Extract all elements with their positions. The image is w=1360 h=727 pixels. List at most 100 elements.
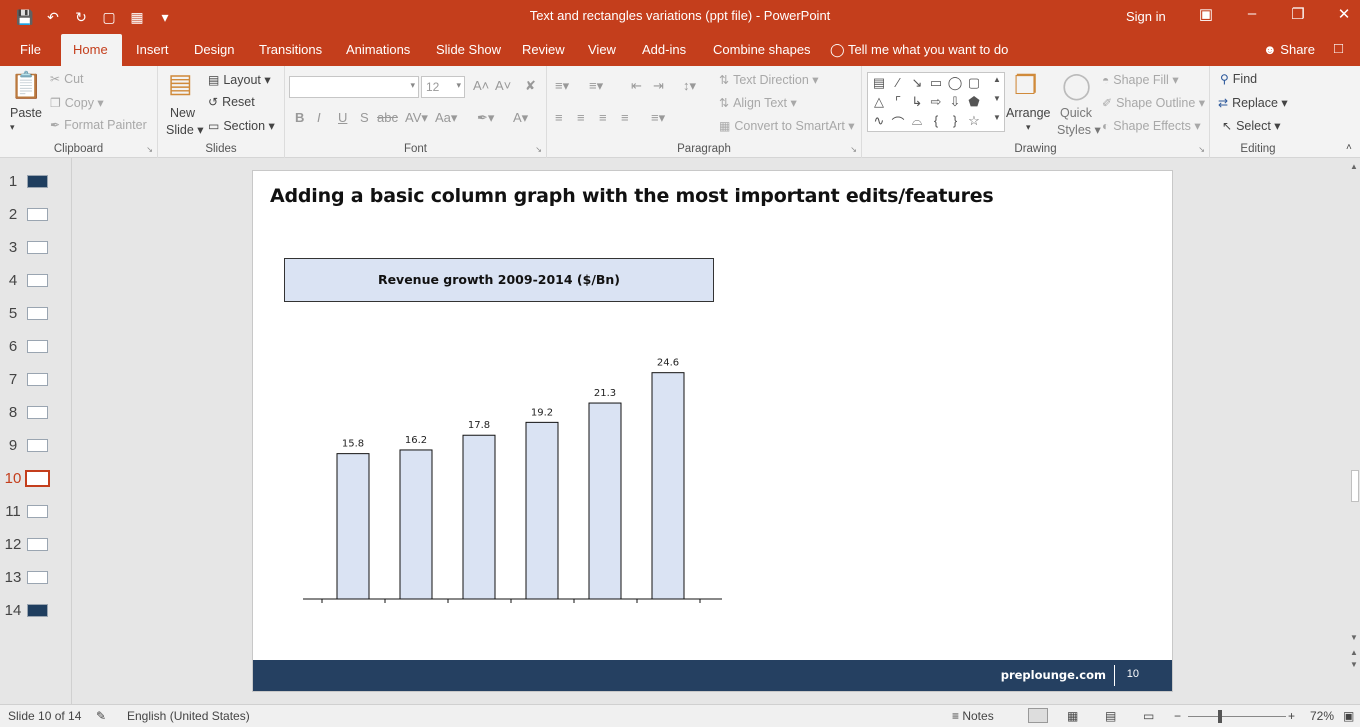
spelling-icon[interactable]: ✎ [96, 709, 106, 723]
arc-shape-icon[interactable]: ⌓ [908, 113, 926, 129]
shape-fill-button[interactable]: ◓ Shape Fill ▾ [1102, 72, 1179, 87]
column-chart[interactable]: 15.8 16.2 17.8 19.2 21.3 24.6 [293, 351, 733, 621]
normal-view-icon[interactable] [1028, 708, 1048, 723]
tab-add-ins[interactable]: Add-ins [630, 34, 698, 66]
sign-in-link[interactable]: Sign in [1126, 9, 1166, 24]
chart-data-label[interactable]: 21.3 [594, 388, 616, 399]
align-right-icon[interactable]: ≡ [599, 110, 607, 125]
grow-font-icon[interactable]: A˄ [473, 78, 489, 93]
rounded-rect-shape-icon[interactable]: ▢ [965, 75, 983, 91]
slide-canvas[interactable]: Adding a basic column graph with the mos… [252, 170, 1173, 692]
chart-bar[interactable] [651, 372, 685, 600]
restore-icon[interactable]: ❐ [1286, 5, 1310, 23]
convert-smartart-button[interactable]: ▦ Convert to SmartArt ▾ [719, 118, 855, 133]
down-arrow-shape-icon[interactable]: ⇩ [946, 94, 964, 110]
comments-icon[interactable]: □ [1334, 40, 1343, 57]
tab-slide-show[interactable]: Slide Show [424, 34, 513, 66]
new-slide-button[interactable]: New [170, 106, 195, 120]
table-icon[interactable]: ▦ [126, 9, 148, 26]
justify-icon[interactable]: ≡ [621, 110, 629, 125]
layout-button[interactable]: ▤ Layout ▾ [208, 72, 271, 87]
slide-title[interactable]: Adding a basic column graph with the mos… [270, 185, 994, 207]
redo-icon[interactable]: ↻ [70, 9, 92, 26]
align-center-icon[interactable]: ≡ [577, 110, 585, 125]
textbox-shape-icon[interactable]: ▤ [870, 75, 888, 91]
shrink-font-icon[interactable]: A˅ [495, 78, 511, 93]
slide-thumbnail[interactable]: 6 [0, 334, 72, 362]
star-shape-icon[interactable]: ☆ [965, 113, 983, 129]
bold-icon[interactable]: B [295, 110, 304, 125]
section-button[interactable]: ▭ Section ▾ [208, 118, 275, 133]
paste-dropdown-icon[interactable]: ▾ [10, 122, 15, 133]
font-color-icon[interactable]: A▾ [513, 110, 528, 126]
slide-thumbnail[interactable]: 1 [0, 169, 72, 197]
shape-outline-button[interactable]: ✐ Shape Outline ▾ [1102, 95, 1205, 110]
clear-formatting-icon[interactable]: ✘ [525, 78, 536, 94]
underline-icon[interactable]: U [338, 110, 347, 125]
new-slide-dropdown[interactable]: Slide ▾ [166, 122, 204, 137]
right-arrow-shape-icon[interactable]: ⇨ [927, 94, 945, 110]
elbow-arrow-shape-icon[interactable]: ↳ [908, 94, 926, 110]
arrange-button[interactable]: Arrange [1006, 106, 1050, 120]
tab-view[interactable]: View [576, 34, 628, 66]
change-case-icon[interactable]: Aa▾ [435, 110, 457, 126]
collapse-ribbon-icon[interactable]: ˄ [1346, 142, 1352, 153]
font-launcher-icon[interactable]: ↘ [535, 145, 542, 154]
reading-view-icon[interactable]: ▤ [1105, 709, 1116, 723]
arrange-icon[interactable]: ❐ [1014, 70, 1037, 101]
reset-button[interactable]: ↺ Reset [208, 95, 255, 109]
minimize-icon[interactable]: – [1240, 5, 1264, 22]
paragraph-launcher-icon[interactable]: ↘ [850, 145, 857, 154]
format-painter-button[interactable]: ✒ Format Painter [50, 118, 147, 132]
shadow-icon[interactable]: S [360, 110, 369, 125]
gallery-more-icon[interactable]: ▼ [988, 113, 1006, 122]
chart-bar[interactable] [399, 449, 433, 600]
slide-show-icon[interactable]: ▭ [1143, 709, 1154, 723]
strikethrough-icon[interactable]: abc [377, 110, 398, 125]
slide-thumbnail[interactable]: 10 [0, 466, 72, 494]
slide-thumbnail[interactable]: 13 [0, 565, 72, 593]
share-button[interactable]: ☻ Share [1263, 42, 1315, 57]
pentagon-shape-icon[interactable]: ⬟ [965, 94, 983, 110]
notes-button[interactable]: ≡ Notes [952, 709, 994, 723]
slide-thumbnail[interactable]: 11 [0, 499, 72, 527]
slide-thumbnail[interactable]: 9 [0, 433, 72, 461]
bullets-icon[interactable]: ≡▾ [555, 78, 569, 94]
curve-shape-icon[interactable]: ⌒ [889, 113, 907, 132]
text-direction-button[interactable]: ⇅ Text Direction ▾ [719, 72, 819, 87]
line-spacing-icon[interactable]: ↕▾ [683, 78, 696, 94]
tab-insert[interactable]: Insert [124, 34, 181, 66]
tab-transitions[interactable]: Transitions [247, 34, 334, 66]
tab-combine-shapes[interactable]: Combine shapes [701, 34, 823, 66]
next-slide-icon[interactable]: ▼ [1350, 660, 1358, 669]
slide-counter[interactable]: Slide 10 of 14 [8, 709, 81, 723]
increase-indent-icon[interactable]: ⇥ [653, 78, 664, 94]
align-left-icon[interactable]: ≡ [555, 110, 563, 125]
shape-effects-button[interactable]: ◐ Shape Effects ▾ [1102, 118, 1201, 133]
slide-thumbnail[interactable]: 14 [0, 598, 72, 626]
scroll-up-icon[interactable]: ▲ [1350, 162, 1358, 171]
font-family-box[interactable]: ▾ [289, 76, 419, 98]
language-indicator[interactable]: English (United States) [127, 709, 250, 723]
close-icon[interactable]: ✕ [1332, 5, 1356, 23]
customize-toolbar-icon[interactable]: ▾ [154, 9, 176, 26]
quick-styles-button[interactable]: Quick [1060, 106, 1092, 120]
slide-thumbnail[interactable]: 2 [0, 202, 72, 230]
chart-bar[interactable] [462, 434, 496, 600]
fit-to-window-icon[interactable]: ▣ [1343, 709, 1354, 723]
tab-animations[interactable]: Animations [334, 34, 422, 66]
chart-bar[interactable] [588, 402, 622, 600]
triangle-shape-icon[interactable]: △ [870, 94, 888, 110]
select-button[interactable]: ↖ Select ▾ [1222, 118, 1281, 133]
chart-bar[interactable] [525, 421, 559, 600]
chart-bar[interactable] [336, 453, 370, 600]
tab-home[interactable]: Home [61, 34, 122, 66]
undo-icon[interactable]: ↶ [42, 9, 64, 26]
clipboard-launcher-icon[interactable]: ↘ [146, 145, 153, 154]
italic-icon[interactable]: I [317, 110, 321, 125]
chart-data-label[interactable]: 19.2 [531, 407, 553, 418]
zoom-in-icon[interactable]: + [1288, 709, 1295, 723]
left-brace-shape-icon[interactable]: { [927, 113, 945, 128]
arrange-dropdown-icon[interactable]: ▾ [1026, 122, 1031, 133]
rectangle-shape-icon[interactable]: ▭ [927, 75, 945, 91]
